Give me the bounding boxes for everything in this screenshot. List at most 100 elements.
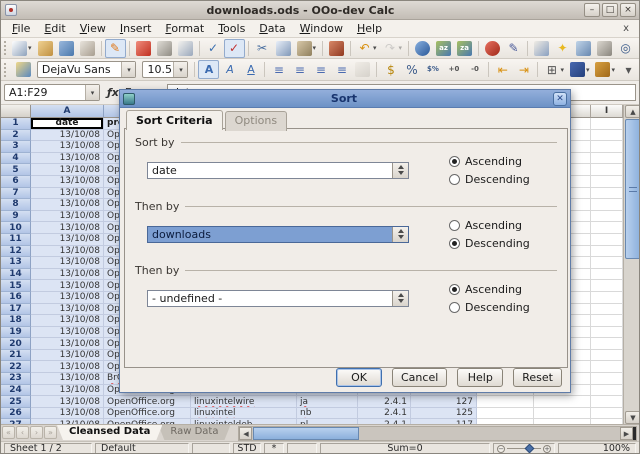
cell[interactable]: 2.4.1	[358, 396, 411, 408]
row-header-8[interactable]: 8	[1, 199, 31, 211]
align-justified-icon[interactable]: ≡	[331, 60, 352, 79]
column-header-i[interactable]: I	[591, 105, 623, 118]
scroll-right-icon[interactable]: ▶	[620, 427, 633, 440]
chevron-down-icon[interactable]: ▾	[173, 62, 187, 77]
email-document-icon[interactable]	[77, 39, 98, 58]
cell[interactable]: OpenOffice.org	[104, 396, 191, 408]
row-header-23[interactable]: 23	[1, 373, 31, 385]
dialog-close-icon[interactable]: ✕	[553, 92, 567, 106]
zoom-slider[interactable]: − +	[493, 443, 555, 454]
cell[interactable]: 125	[411, 408, 477, 420]
cell[interactable]	[591, 280, 623, 292]
horizontal-scrollbar[interactable]: ◀ ▶	[238, 426, 637, 441]
row-header-17[interactable]: 17	[1, 304, 31, 316]
menu-file[interactable]: File	[5, 21, 37, 36]
data-sources-icon[interactable]	[594, 39, 615, 58]
ok-button[interactable]: OK	[336, 368, 382, 387]
row-header-1[interactable]: 1	[1, 118, 31, 130]
cell[interactable]	[591, 188, 623, 200]
close-icon[interactable]: ×	[620, 3, 636, 17]
cell[interactable]: 13/10/08	[31, 304, 104, 316]
cell[interactable]	[591, 211, 623, 223]
row-header-26[interactable]: 26	[1, 408, 31, 420]
print-icon[interactable]	[154, 39, 175, 58]
cell[interactable]: date	[31, 118, 104, 130]
open-icon[interactable]	[35, 39, 56, 58]
cell[interactable]	[591, 350, 623, 362]
font-color-icon[interactable]: ▾	[592, 60, 618, 79]
copy-icon[interactable]	[273, 39, 294, 58]
navigator-icon[interactable]: ✦	[552, 39, 573, 58]
row-header-16[interactable]: 16	[1, 292, 31, 304]
minimize-icon[interactable]: –	[584, 3, 600, 17]
cell[interactable]: 13/10/08	[31, 292, 104, 304]
cell[interactable]: 13/10/08	[31, 141, 104, 153]
toolbar-grip[interactable]	[4, 41, 6, 55]
chevron-down-icon[interactable]: ▾	[85, 85, 99, 100]
help-button[interactable]: Help	[457, 368, 503, 387]
page-preview-icon[interactable]	[175, 39, 196, 58]
cell[interactable]: 13/10/08	[31, 164, 104, 176]
scroll-down-icon[interactable]: ▼	[625, 411, 640, 424]
dialog-tab-options[interactable]: Options	[225, 111, 287, 131]
row-header-24[interactable]: 24	[1, 385, 31, 397]
chevron-down-icon[interactable]: ▾	[121, 62, 135, 77]
cell[interactable]	[591, 338, 623, 350]
menu-window[interactable]: Window	[293, 21, 350, 36]
cell[interactable]: 13/10/08	[31, 269, 104, 281]
cell[interactable]	[591, 153, 623, 165]
toolbar-grip[interactable]	[4, 63, 10, 77]
menu-edit[interactable]: Edit	[37, 21, 72, 36]
cell[interactable]	[591, 141, 623, 153]
menu-view[interactable]: View	[73, 21, 113, 36]
cell[interactable]: 13/10/08	[31, 257, 104, 269]
row-header-5[interactable]: 5	[1, 164, 31, 176]
cell[interactable]: 2.4.1	[358, 408, 411, 420]
edit-file-icon[interactable]: ✎	[105, 39, 126, 58]
sort-key-combo-2[interactable]: downloads	[147, 226, 409, 243]
cell[interactable]	[477, 408, 534, 420]
radio-descending-3[interactable]: Descending	[449, 300, 530, 315]
row-header-7[interactable]: 7	[1, 188, 31, 200]
auto-spellcheck-icon[interactable]: ✓	[224, 39, 245, 58]
cell[interactable]	[591, 269, 623, 281]
menu-format[interactable]: Format	[158, 21, 211, 36]
reset-button[interactable]: Reset	[513, 368, 562, 387]
cell[interactable]	[591, 408, 623, 420]
first-sheet-icon[interactable]: «	[2, 426, 15, 439]
cell[interactable]	[534, 396, 591, 408]
find-and-replace-icon[interactable]	[531, 39, 552, 58]
spin-up-icon[interactable]	[398, 229, 404, 233]
sort-key-combo-1[interactable]: date	[147, 162, 409, 179]
export-pdf-icon[interactable]	[133, 39, 154, 58]
bold-icon[interactable]: A	[198, 60, 219, 79]
cell[interactable]: 13/10/08	[31, 246, 104, 258]
combo-spin-icon[interactable]	[392, 291, 408, 306]
row-header-11[interactable]: 11	[1, 234, 31, 246]
row-header-14[interactable]: 14	[1, 269, 31, 281]
format-paintbrush-icon[interactable]	[326, 39, 347, 58]
cell[interactable]: 13/10/08	[31, 396, 104, 408]
cell[interactable]	[591, 361, 623, 373]
menu-tools[interactable]: Tools	[211, 21, 252, 36]
cell[interactable]: 13/10/08	[31, 211, 104, 223]
cell[interactable]	[591, 292, 623, 304]
row-header-25[interactable]: 25	[1, 396, 31, 408]
row-header-20[interactable]: 20	[1, 338, 31, 350]
cell[interactable]: 13/10/08	[31, 188, 104, 200]
pane-splitter[interactable]	[633, 427, 636, 440]
merge-cells-icon[interactable]	[352, 60, 373, 79]
combo-spin-icon[interactable]	[392, 227, 408, 242]
zoom-out-icon[interactable]: −	[497, 445, 505, 453]
cell[interactable]	[591, 176, 623, 188]
combo-spin-icon[interactable]	[392, 163, 408, 178]
cell[interactable]: 13/10/08	[31, 222, 104, 234]
cell[interactable]: 127	[411, 396, 477, 408]
cell[interactable]: linuxintelwire	[191, 396, 297, 408]
zoom-slider-track[interactable]	[507, 448, 541, 449]
cell[interactable]	[591, 130, 623, 142]
save-icon[interactable]	[56, 39, 77, 58]
add-decimal-place-icon[interactable]: +0	[443, 60, 464, 79]
sort-key-combo-3[interactable]: - undefined -	[147, 290, 409, 307]
font-size-combo[interactable]: 10.5 ▾	[142, 61, 188, 78]
